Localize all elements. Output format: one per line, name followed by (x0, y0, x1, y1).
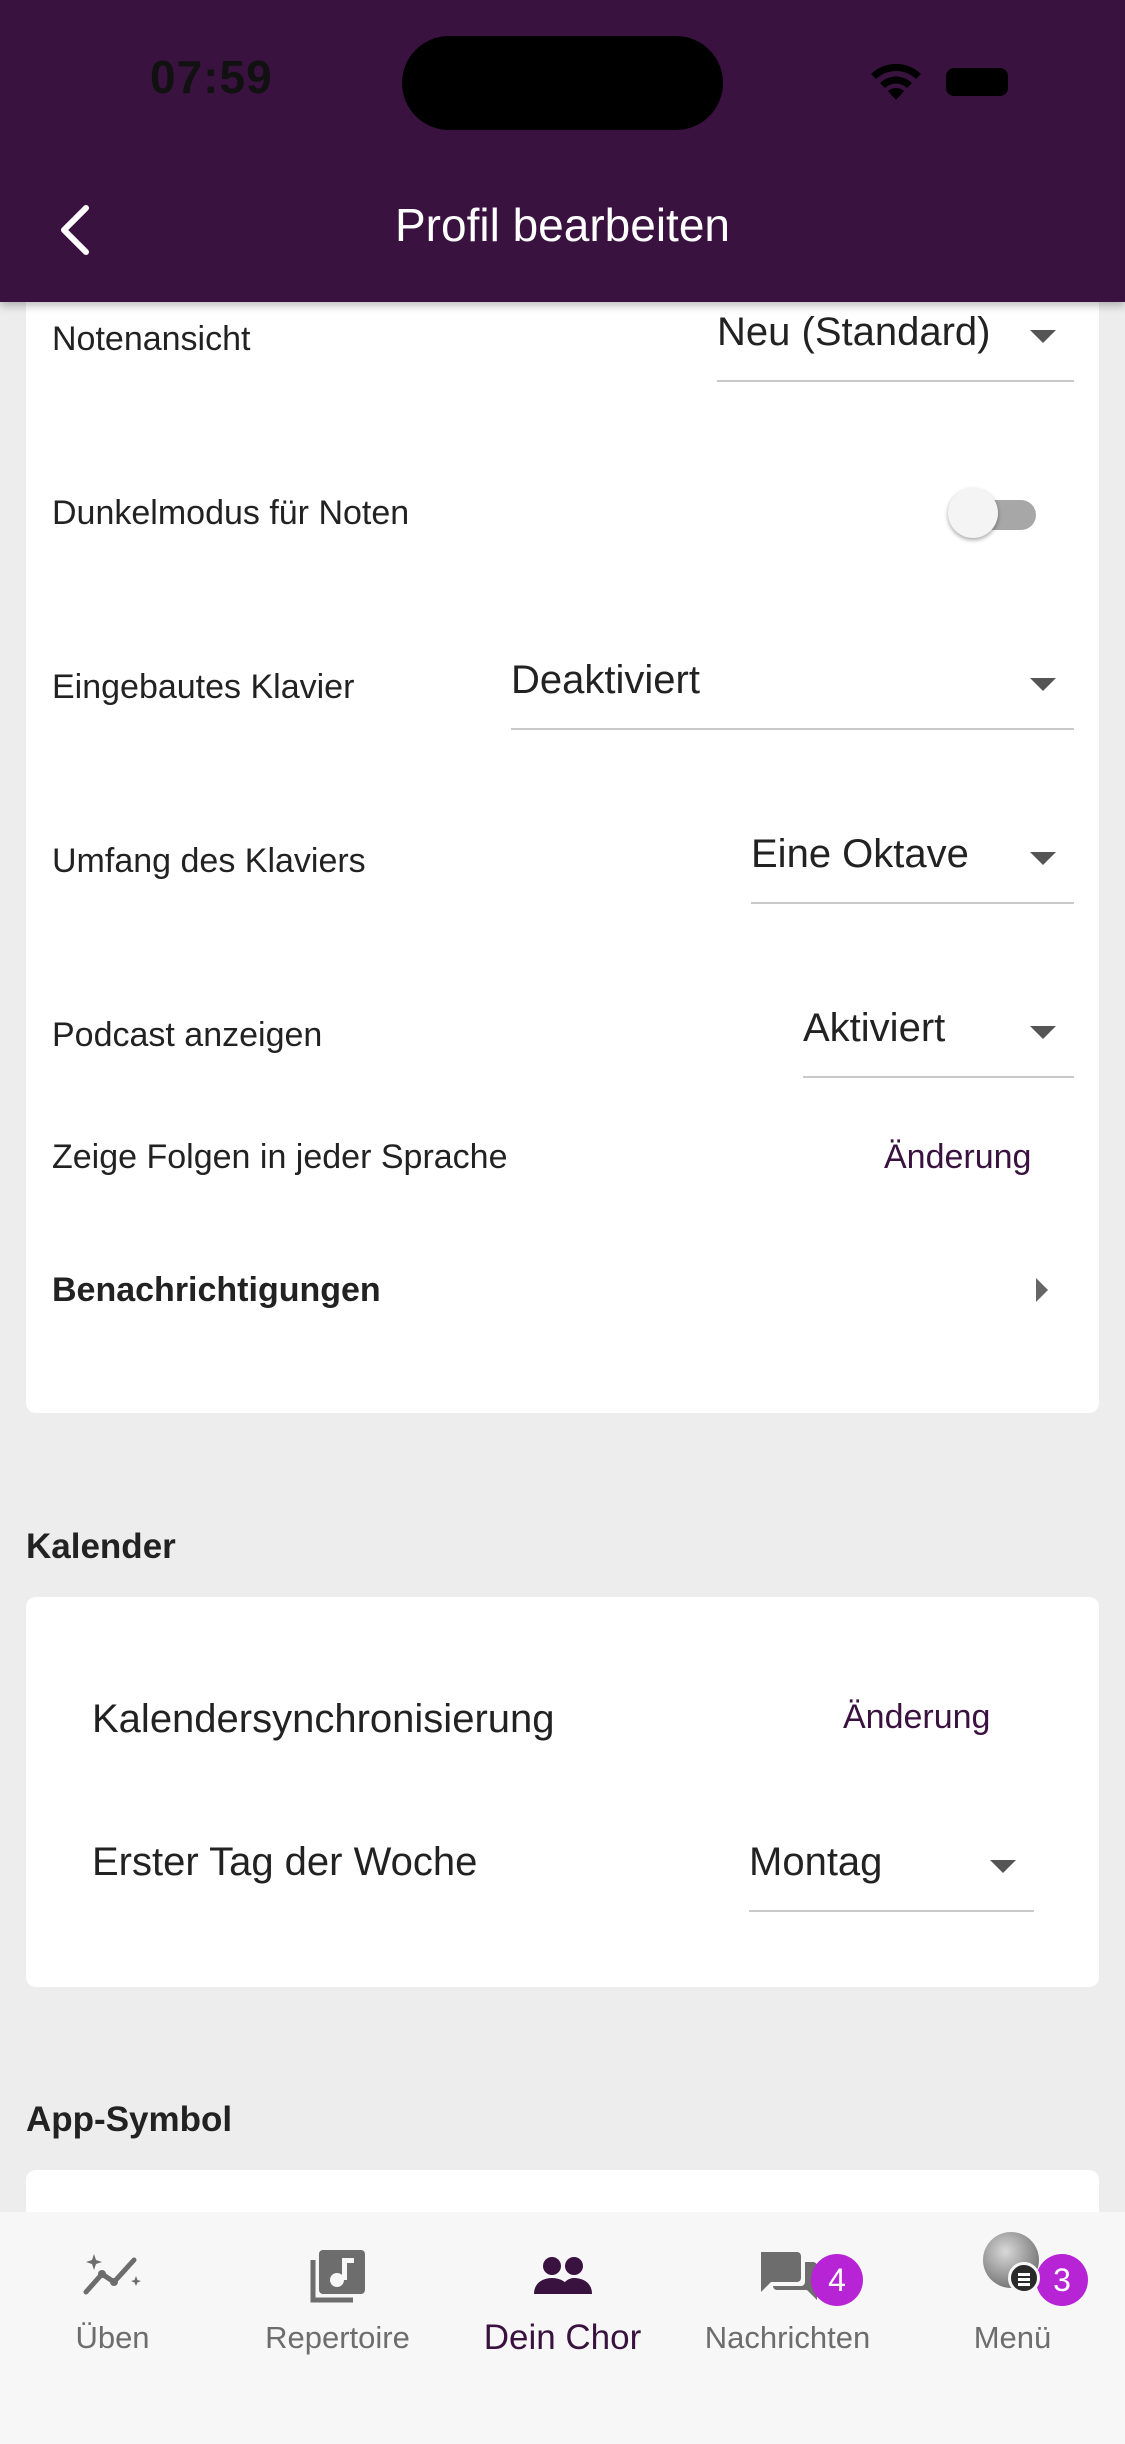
nav-label: Menü (973, 2320, 1052, 2355)
page-title: Profil bearbeiten (395, 199, 730, 251)
nav-label: Repertoire (265, 2320, 410, 2355)
nav-item-ueben[interactable]: Üben (0, 2232, 225, 2355)
first-day-value: Montag (749, 1840, 883, 1884)
klavier-dropdown[interactable]: Deaktiviert (511, 648, 1074, 730)
nav-item-nachrichten[interactable]: Nachrichten 4 (675, 2232, 900, 2355)
app-header: 07:59 Profil bearbeiten (0, 0, 1125, 302)
podcast-dropdown[interactable]: Aktiviert (803, 996, 1074, 1078)
group-people-icon (534, 2257, 592, 2294)
notenansicht-value: Neu (Standard) (717, 310, 991, 354)
chevron-right-icon (1036, 1278, 1048, 1302)
nav-label: Nachrichten (704, 2320, 871, 2355)
umfang-value: Eine Oktave (751, 832, 969, 876)
section-title-kalender: Kalender (26, 1527, 176, 1566)
first-day-label: Erster Tag der Woche (92, 1840, 478, 1884)
battery-icon (946, 68, 1008, 96)
notification-badge: 3 (1036, 2254, 1088, 2306)
dynamic-island (402, 36, 723, 130)
bottom-navigation: Üben Repertoire Dein Chor Nachrichten 4 … (0, 2212, 1125, 2444)
folgen-label: Zeige Folgen in jeder Sprache (52, 1138, 508, 1176)
kalender-sync-change-link[interactable]: Änderung (843, 1698, 990, 1737)
unread-badge: 4 (811, 2254, 863, 2306)
caret-down-icon (1030, 678, 1056, 691)
podcast-value: Aktiviert (803, 1006, 946, 1050)
caret-down-icon (1030, 852, 1056, 865)
status-time: 07:59 (150, 51, 273, 103)
caret-down-icon (1030, 330, 1056, 343)
toggle-knob (948, 488, 998, 538)
notenansicht-label: Notenansicht (52, 320, 251, 358)
wifi-icon (871, 63, 921, 100)
settings-card: Notenansicht Neu (Standard) Dunkelmodus … (26, 280, 1099, 1413)
benachrichtigungen-row[interactable]: Benachrichtigungen (52, 1271, 381, 1310)
calendar-card: Kalendersynchronisierung Änderung Erster… (26, 1597, 1099, 1987)
nav-item-dein-chor[interactable]: Dein Chor (450, 2232, 675, 2357)
dunkelmodus-label: Dunkelmodus für Noten (52, 494, 410, 532)
klavier-label: Eingebautes Klavier (52, 668, 355, 706)
folgen-change-link[interactable]: Änderung (884, 1138, 1031, 1177)
klavier-value: Deaktiviert (511, 658, 700, 702)
music-note-library-icon (310, 2250, 365, 2303)
practice-chart-icon (83, 2254, 141, 2295)
notenansicht-dropdown[interactable]: Neu (Standard) (717, 300, 1074, 382)
first-day-dropdown[interactable]: Montag (749, 1830, 1034, 1912)
menu-icon (1008, 2262, 1040, 2294)
umfang-label: Umfang des Klaviers (52, 842, 366, 880)
nav-item-repertoire[interactable]: Repertoire (225, 2232, 450, 2355)
kalender-sync-label: Kalendersynchronisierung (92, 1697, 555, 1741)
section-title-app-symbol: App-Symbol (26, 2100, 233, 2139)
umfang-dropdown[interactable]: Eine Oktave (751, 822, 1074, 904)
nav-label: Üben (75, 2320, 150, 2355)
dunkelmodus-toggle[interactable] (948, 486, 1040, 540)
podcast-label: Podcast anzeigen (52, 1016, 323, 1054)
nav-label: Dein Chor (483, 2318, 642, 2357)
caret-down-icon (1030, 1026, 1056, 1039)
caret-down-icon (990, 1860, 1016, 1873)
